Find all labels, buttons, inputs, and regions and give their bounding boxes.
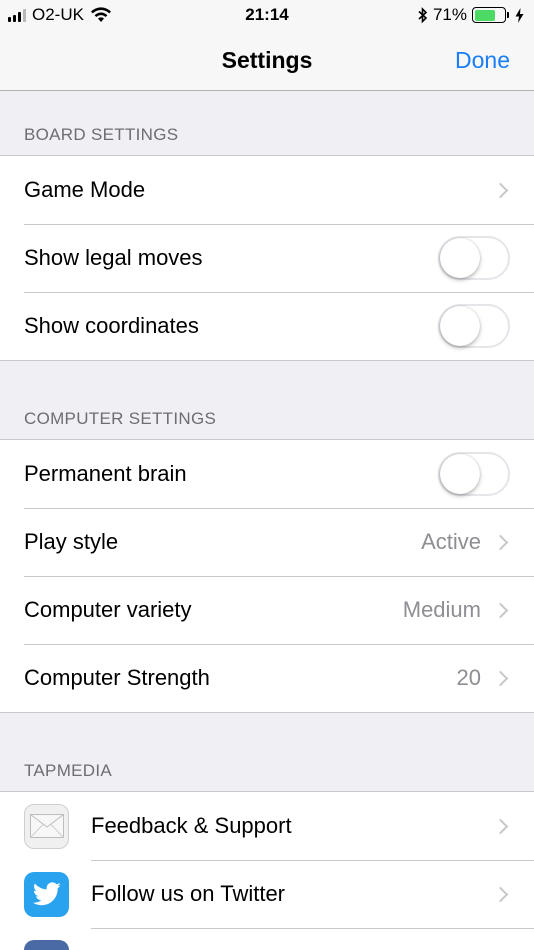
show-legal-moves-label: Show legal moves (24, 245, 203, 270)
twitter-icon (24, 871, 69, 917)
tapmedia-header: TAPMEDIA (24, 761, 113, 780)
follow-twitter-row[interactable]: Follow us on Twitter (0, 860, 534, 928)
computer-variety-label: Computer variety (24, 597, 192, 622)
show-coordinates-label: Show coordinates (24, 313, 199, 338)
computer-variety-row[interactable]: Computer variety Medium (0, 576, 534, 644)
show-legal-moves-toggle[interactable] (438, 236, 510, 280)
permanent-brain-label: Permanent brain (24, 461, 187, 486)
battery-percent: 71% (432, 5, 467, 24)
chevron-right-icon (492, 670, 509, 686)
show-legal-moves-row: Show legal moves (0, 224, 534, 292)
computer-settings-group: Permanent brain Play style Active Comput… (0, 439, 534, 713)
chevron-right-icon (492, 534, 509, 550)
play-style-label: Play style (24, 529, 119, 554)
permanent-brain-toggle[interactable] (438, 452, 510, 496)
feedback-support-label: Feedback & Support (91, 813, 292, 838)
board-settings-group: Game Mode Show legal moves Show coordina… (0, 155, 534, 361)
chevron-right-icon (492, 818, 509, 834)
computer-settings-header: COMPUTER SETTINGS (24, 409, 217, 428)
bluetooth-icon (418, 6, 428, 23)
page-title: Settings (221, 47, 313, 73)
computer-strength-row[interactable]: Computer Strength 20 (0, 644, 534, 712)
play-style-value: Active (421, 529, 481, 554)
feedback-support-row[interactable]: Feedback & Support (0, 792, 534, 860)
chevron-right-icon (492, 602, 509, 618)
status-bar: O2-UK 21:14 71% (0, 0, 534, 30)
show-coordinates-toggle[interactable] (438, 304, 510, 348)
battery-level-fill (474, 9, 496, 21)
navigation-bar: Settings Done (0, 30, 534, 91)
play-style-row[interactable]: Play style Active (0, 508, 534, 576)
follow-twitter-label: Follow us on Twitter (91, 881, 286, 906)
charging-icon (515, 7, 524, 23)
facebook-row-partial[interactable] (0, 928, 534, 950)
facebook-icon (24, 940, 69, 950)
done-button[interactable]: Done (455, 47, 510, 74)
status-right: 71% (418, 5, 524, 25)
computer-strength-label: Computer Strength (24, 665, 210, 690)
toggle-knob (440, 454, 480, 494)
toggle-knob (440, 306, 480, 346)
chevron-right-icon (492, 886, 509, 902)
computer-variety-value: Medium (402, 597, 481, 622)
game-mode-row[interactable]: Game Mode (0, 156, 534, 224)
tapmedia-group: Feedback & Support Follow us on Twitter (0, 791, 534, 950)
board-settings-header: BOARD SETTINGS (24, 125, 179, 144)
battery-icon (472, 7, 509, 23)
chevron-right-icon (492, 182, 509, 198)
computer-strength-value: 20 (456, 665, 481, 690)
permanent-brain-row: Permanent brain (0, 440, 534, 508)
show-coordinates-row: Show coordinates (0, 292, 534, 360)
mail-icon (24, 803, 69, 849)
toggle-knob (440, 238, 480, 278)
game-mode-label: Game Mode (24, 177, 146, 202)
